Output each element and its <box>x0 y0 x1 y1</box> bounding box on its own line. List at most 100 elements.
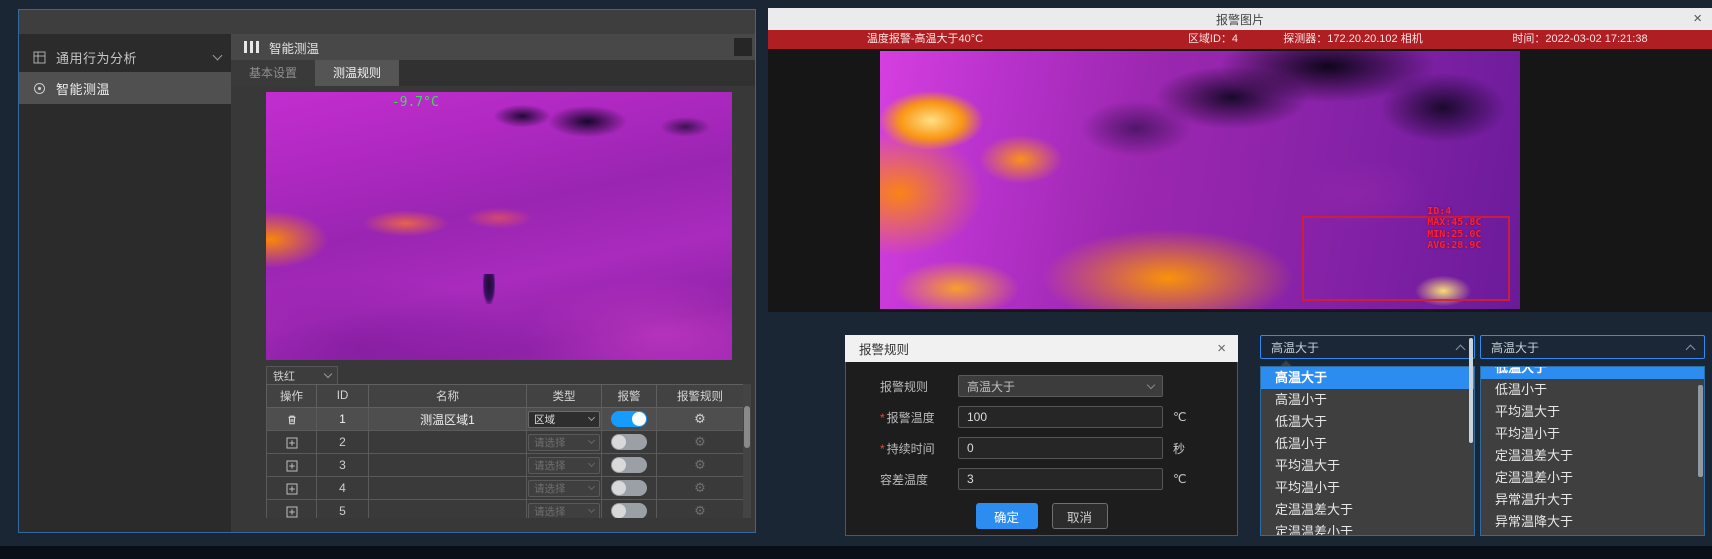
plus-icon[interactable] <box>286 437 298 449</box>
chevron-down-icon <box>588 460 595 467</box>
column-header: ID <box>317 385 369 408</box>
gear-icon[interactable]: ⚙ <box>694 411 706 426</box>
dropdown-option[interactable]: 定温温差大于 <box>1261 499 1474 521</box>
field-input[interactable] <box>958 468 1163 490</box>
rule-type-select-value: 高温大于 <box>967 378 1015 395</box>
scrollbar-thumb[interactable] <box>744 406 750 448</box>
dropdown-option[interactable]: 异常温降大于 <box>1481 511 1704 533</box>
alarm-toggle[interactable] <box>611 480 647 496</box>
rule-type-select[interactable]: 高温大于 <box>958 375 1163 397</box>
dialog-field-row: 容差温度℃ <box>880 467 1237 491</box>
column-header: 报警 <box>602 385 657 408</box>
chevron-up-icon <box>1456 344 1466 354</box>
content-title: 智能测温 <box>269 38 319 57</box>
region-name <box>369 500 527 519</box>
chevron-down-icon <box>588 414 595 421</box>
gear-icon[interactable]: ⚙ <box>694 434 706 449</box>
chevron-up-icon <box>1686 344 1696 354</box>
dropdown-option[interactable]: 低温大于 <box>1261 411 1474 433</box>
dropdown-option[interactable]: 低温小于 <box>1261 433 1474 455</box>
cancel-button[interactable]: 取消 <box>1052 503 1108 529</box>
chevron-down-icon <box>213 51 223 61</box>
table-row: 3请选择⚙ <box>267 454 744 477</box>
tab-1[interactable]: 测温规则 <box>315 60 399 86</box>
gear-icon[interactable]: ⚙ <box>694 503 706 518</box>
table-header-row: 操作ID名称类型报警报警规则 <box>267 385 744 408</box>
plus-icon[interactable] <box>286 483 298 495</box>
dropdown-option[interactable]: 低温小于 <box>1481 379 1704 401</box>
dropdown-option[interactable]: 平均温大于 <box>1261 455 1474 477</box>
type-select[interactable]: 请选择 <box>528 480 600 497</box>
settings-window: 通用行为分析智能测温 智能测温 基本设置测温规则 -9.7°C 铁红 操作ID名… <box>18 9 756 533</box>
dropdown-option[interactable]: 定温温差小于 <box>1481 467 1704 489</box>
dropdown-option[interactable]: 高温小于 <box>1261 389 1474 411</box>
plus-icon[interactable] <box>286 460 298 472</box>
confirm-button[interactable]: 确定 <box>976 503 1038 529</box>
palette-select[interactable]: 铁红 <box>266 366 338 385</box>
detection-annotation: ID:4MAX:45.8CMIN:25.0CAVG:28.9C <box>1427 206 1481 252</box>
chevron-down-icon <box>1147 380 1155 388</box>
alarm-toggle[interactable] <box>611 503 647 518</box>
row-id: 5 <box>317 500 369 519</box>
toggle-knob <box>612 504 626 518</box>
dialog-close-icon[interactable]: × <box>1217 340 1226 357</box>
dropdown-option[interactable]: 定温温差小于 <box>1261 521 1474 536</box>
corner-button[interactable] <box>734 38 752 56</box>
sidebar-item-0[interactable]: 通用行为分析 <box>19 42 231 72</box>
type-select[interactable]: 请选择 <box>528 434 600 451</box>
dropdown-scrollbar-thumb[interactable] <box>1698 385 1703 477</box>
annotation-line: AVG:28.9C <box>1427 240 1481 252</box>
type-select[interactable]: 请选择 <box>528 503 600 519</box>
rule-options-a: 高温大于高温小于低温大于低温小于平均温大于平均温小于定温温差大于定温温差小于 <box>1260 366 1475 536</box>
gear-icon[interactable]: ⚙ <box>694 480 706 495</box>
annotation-line: ID:4 <box>1427 206 1481 218</box>
field-label: *持续时间 <box>880 440 958 457</box>
row-id: 4 <box>317 477 369 500</box>
dropdown-option[interactable]: 定温温差大于 <box>1481 445 1704 467</box>
chevron-down-icon <box>324 370 332 378</box>
alarm-toggle[interactable] <box>611 434 647 450</box>
tab-strip: 基本设置测温规则 <box>231 60 755 86</box>
dropdown-option[interactable]: 低温大于 <box>1481 366 1704 379</box>
field-input[interactable] <box>958 437 1163 459</box>
alarm-toggle[interactable] <box>611 457 647 473</box>
tab-0[interactable]: 基本设置 <box>231 60 315 86</box>
dropdown-option[interactable]: 异常温升大于 <box>1481 489 1704 511</box>
alarm-type-text: 温度报警-高温大于40°C <box>867 30 983 49</box>
row-id: 1 <box>317 408 369 431</box>
row-id: 2 <box>317 431 369 454</box>
table-row: 5 请选择 ⚙ <box>267 500 744 519</box>
dropdown-option[interactable]: 平均温小于 <box>1261 477 1474 499</box>
image-zone: ID:4MAX:45.8CMIN:25.0CAVG:28.9C <box>768 49 1712 312</box>
table-row: 4 请选择 ⚙ <box>267 477 744 500</box>
alarm-toggle[interactable] <box>611 411 647 427</box>
toggle-knob <box>632 412 646 426</box>
sidebar-item-label: 通用行为分析 <box>56 48 214 67</box>
rule-dropdown-b: 高温大于 低温大于低温小于平均温大于平均温小于定温温差大于定温温差小于异常温升大… <box>1480 335 1705 359</box>
dropdown-option[interactable]: 平均温小于 <box>1481 423 1704 445</box>
required-mark: * <box>880 411 885 425</box>
column-header: 报警规则 <box>657 385 744 408</box>
dropdown-option[interactable]: 平均温大于 <box>1481 401 1704 423</box>
sidebar-item-1[interactable]: 智能测温 <box>19 72 231 104</box>
dropdown-option[interactable]: 高温大于 <box>1261 367 1474 389</box>
alert-banner: 温度报警-高温大于40°C 区域ID：4 探测器：172.20.20.102 相… <box>768 30 1712 49</box>
rule-select-a[interactable]: 高温大于 <box>1260 335 1475 359</box>
rule-select-b-value: 高温大于 <box>1491 339 1539 356</box>
plus-icon[interactable] <box>286 506 298 518</box>
close-icon[interactable]: × <box>1693 8 1702 30</box>
region-name <box>369 454 527 477</box>
type-select-value: 请选择 <box>534 458 566 473</box>
type-select[interactable]: 区域 <box>528 411 600 428</box>
table-scrollbar[interactable] <box>743 384 751 518</box>
alarm-image-window: 报警图片 × 温度报警-高温大于40°C 区域ID：4 探测器：172.20.2… <box>768 8 1712 559</box>
rule-select-a-value: 高温大于 <box>1271 339 1319 356</box>
gear-icon[interactable]: ⚙ <box>694 457 706 472</box>
trash-icon[interactable] <box>286 414 298 426</box>
type-select[interactable]: 请选择 <box>528 457 600 474</box>
required-mark: * <box>880 442 885 456</box>
dropdown-scrollbar-thumb[interactable] <box>1469 338 1473 443</box>
rule-select-b[interactable]: 高温大于 <box>1480 335 1705 359</box>
field-input[interactable] <box>958 406 1163 428</box>
field-unit: 秒 <box>1173 440 1185 457</box>
